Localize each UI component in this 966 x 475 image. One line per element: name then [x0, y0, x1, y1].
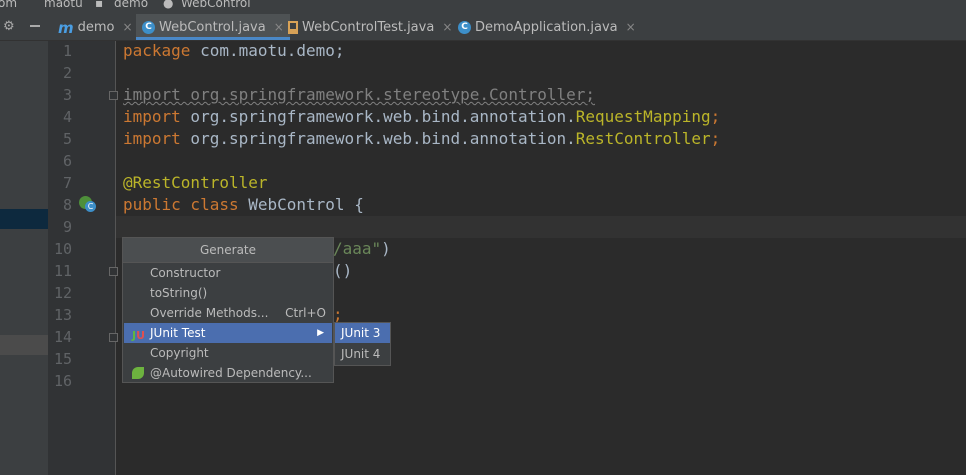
line-number: 2: [62, 64, 72, 82]
code-line-5[interactable]: import org.springframework.web.bind.anno…: [123, 129, 720, 148]
gutter-divider: [115, 41, 116, 475]
spring-boot-class-icon: C: [458, 21, 471, 34]
menu-item-label: Constructor: [150, 266, 221, 280]
menu-item-label: Copyright: [150, 346, 209, 360]
project-panel[interactable]: [0, 41, 48, 475]
menu-item-override-methods[interactable]: Override Methods... Ctrl+O: [124, 303, 332, 323]
tab-webcontrol-java[interactable]: C WebControl.java ×: [136, 14, 290, 40]
code-line-8[interactable]: public class WebControl {: [123, 195, 364, 214]
submenu-arrow-icon: ▶: [317, 328, 324, 338]
code-text: com.maotu.demo;: [190, 41, 345, 60]
breadcrumb: om maotu ▪ demo ● WebControl: [0, 0, 966, 14]
collapse-icon[interactable]: [30, 25, 40, 27]
line-number: 10: [53, 240, 72, 258]
close-icon[interactable]: ×: [442, 20, 452, 34]
class-icon: ●: [163, 0, 174, 10]
code-text: ;: [710, 129, 721, 148]
code-line-4[interactable]: import org.springframework.web.bind.anno…: [123, 107, 720, 126]
tab-label: WebControl.java: [159, 20, 266, 35]
class-name: RequestMapping: [575, 107, 711, 126]
keyword: import: [123, 107, 181, 126]
breadcrumb-item[interactable]: WebControl: [181, 0, 251, 10]
line-number: 6: [62, 152, 72, 170]
project-tree-selected-row[interactable]: [0, 209, 48, 229]
close-icon[interactable]: ×: [123, 20, 133, 34]
menu-item-label: Override Methods...: [150, 306, 269, 320]
java-test-file-icon: [288, 21, 298, 34]
menu-item-label: toString(): [150, 286, 208, 300]
line-number: 12: [53, 284, 72, 302]
keyword: import: [123, 129, 181, 148]
line-number: 8: [62, 196, 72, 214]
menu-item-label: JUnit Test: [150, 326, 206, 340]
close-icon[interactable]: ×: [626, 20, 636, 34]
code-line-11[interactable]: (): [333, 261, 352, 280]
line-number: 11: [53, 262, 72, 280]
fold-marker-icon[interactable]: [109, 91, 118, 100]
tab-label: demo: [77, 20, 115, 35]
fold-marker-icon[interactable]: [109, 333, 118, 342]
unused-import: import org.springframework.stereotype.Co…: [123, 85, 596, 104]
keyword: package: [123, 41, 191, 60]
tab-webcontroltest-java[interactable]: WebControlTest.java ×: [282, 14, 458, 40]
line-number: 9: [62, 218, 72, 236]
menu-item-copyright[interactable]: Copyright: [124, 343, 332, 363]
menu-item-shortcut: Ctrl+O: [285, 306, 326, 320]
line-gutter: [48, 41, 116, 475]
code-line-10[interactable]: /aaa"): [333, 239, 391, 258]
line-number: 15: [53, 350, 72, 368]
tab-demo[interactable]: m demo ×: [52, 14, 139, 40]
breadcrumb-item[interactable]: maotu: [44, 0, 83, 10]
code-text: ;: [710, 107, 721, 126]
menu-item-junit-test[interactable]: JU JUnit Test ▶: [124, 323, 332, 343]
code-text: (): [333, 261, 353, 280]
keyword: public class: [123, 195, 239, 214]
folder-icon: ▪: [95, 0, 104, 10]
code-text: org.springframework.web.bind.annotation.: [180, 107, 576, 126]
breadcrumb-item[interactable]: om: [0, 0, 17, 10]
line-number: 4: [62, 108, 72, 126]
code-line-1[interactable]: package com.maotu.demo;: [123, 41, 345, 60]
menu-item-junit-4[interactable]: JUnit 4: [335, 344, 390, 364]
tab-demoapplication-java[interactable]: C DemoApplication.java ×: [452, 14, 642, 40]
caret-line-highlight: [116, 216, 966, 238]
menu-item-tostring[interactable]: toString(): [124, 283, 332, 303]
project-toolbar: ⚙: [0, 14, 48, 40]
module-m-icon: m: [58, 18, 74, 37]
menu-item-autowired-dependency[interactable]: @Autowired Dependency...: [124, 363, 332, 383]
breadcrumb-item[interactable]: demo: [114, 0, 148, 10]
code-text: org.springframework.web.bind.annotation.: [180, 129, 576, 148]
code-text: ): [381, 239, 391, 258]
line-number: 1: [62, 42, 72, 60]
line-number: 16: [53, 372, 72, 390]
string-literal: /aaa": [333, 239, 382, 258]
tab-label: WebControlTest.java: [302, 20, 435, 35]
code-text: WebControl {: [238, 195, 364, 214]
fold-marker-icon[interactable]: [109, 267, 118, 276]
spring-leaf-icon: [132, 367, 144, 379]
tab-label: DemoApplication.java: [475, 20, 618, 35]
menu-item-label: @Autowired Dependency...: [150, 366, 312, 380]
junit-submenu: JUnit 3 JUnit 4: [334, 322, 391, 366]
line-number: 13: [53, 306, 72, 324]
line-number: 3: [62, 86, 72, 104]
gear-icon[interactable]: ⚙: [3, 19, 15, 34]
class-name: RestController: [575, 129, 711, 148]
menu-item-junit-3[interactable]: JUnit 3: [335, 323, 390, 343]
code-line-3[interactable]: import org.springframework.stereotype.Co…: [123, 85, 595, 104]
project-tree-row[interactable]: [0, 335, 48, 355]
line-number: 14: [53, 328, 72, 346]
line-number: 5: [62, 130, 72, 148]
generate-popup: Generate Constructor toString() Override…: [122, 237, 334, 383]
code-line-7[interactable]: @RestController: [123, 173, 268, 192]
java-class-icon: C: [142, 21, 155, 34]
spring-bean-gutter-icon[interactable]: C: [79, 196, 97, 214]
class-icon: C: [85, 201, 96, 212]
popup-title: Generate: [123, 238, 333, 263]
annotation: @RestController: [123, 173, 268, 192]
menu-item-constructor[interactable]: Constructor: [124, 263, 332, 283]
line-number: 7: [62, 174, 72, 192]
